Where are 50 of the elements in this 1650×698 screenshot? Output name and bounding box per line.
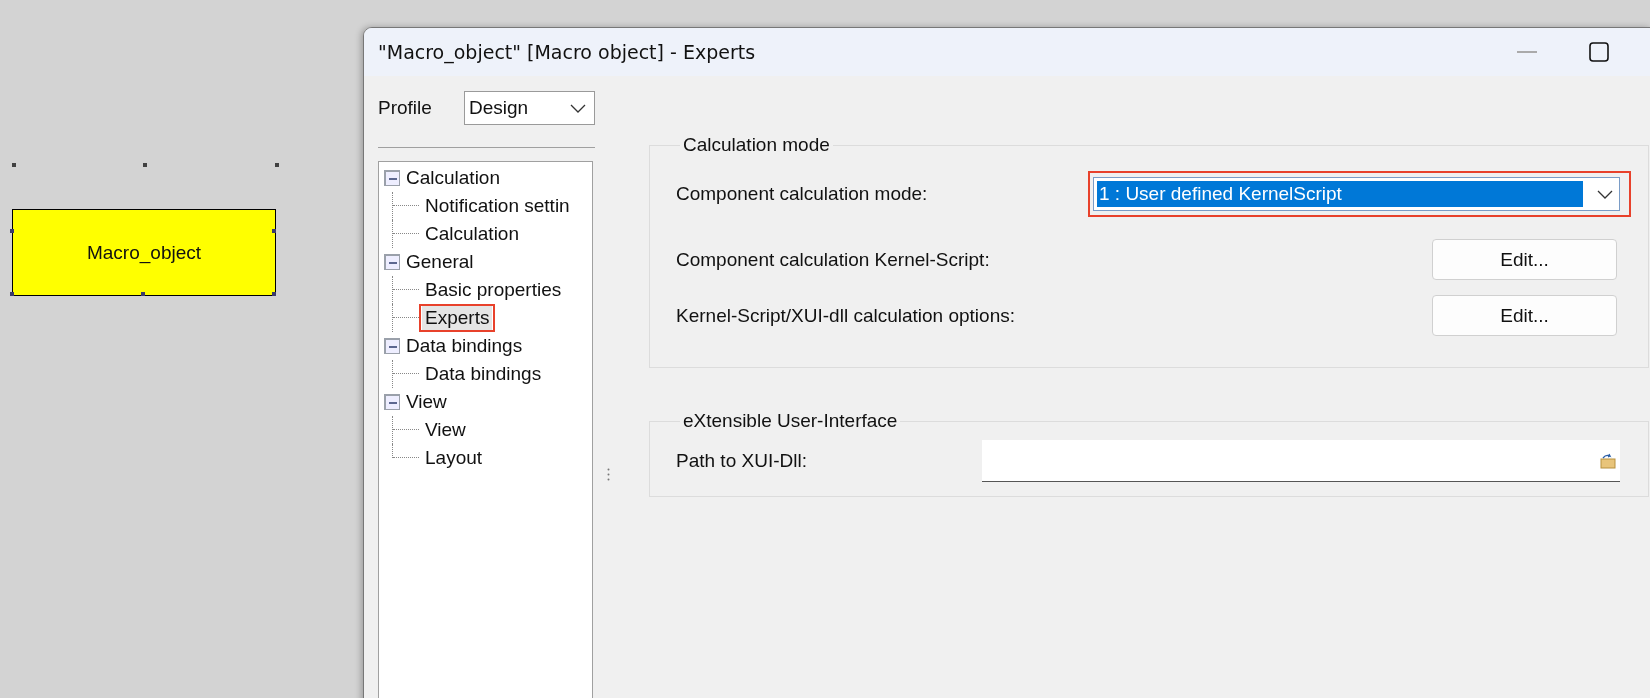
object-label: Macro_object <box>86 241 202 264</box>
resize-handle[interactable] <box>272 229 276 233</box>
path-input-field[interactable] <box>982 440 1620 482</box>
tree-line <box>392 360 420 388</box>
tree-item[interactable]: Experts <box>422 306 493 330</box>
profile-label: Profile <box>378 97 432 119</box>
field-label: Component calculation Kernel-Script: <box>676 248 990 271</box>
collapse-icon[interactable] <box>384 338 400 354</box>
window-title: "Macro_object" [Macro object] - Experts <box>378 41 757 63</box>
collapse-icon[interactable] <box>384 394 400 410</box>
dropdown-value: Design <box>469 97 529 119</box>
group-title: eXtensible User-Interface <box>682 410 899 432</box>
edit-button[interactable]: Edit... <box>1432 239 1617 280</box>
tree-line <box>392 304 420 332</box>
maximize-button[interactable] <box>1589 42 1609 62</box>
chevron-down-icon <box>570 103 586 113</box>
dropdown-value: 1 : User defined KernelScript <box>1097 181 1583 207</box>
grid-marker <box>143 163 147 167</box>
resize-handle[interactable] <box>10 292 14 296</box>
group-title: Calculation mode <box>682 134 831 156</box>
tree-item[interactable]: View <box>404 390 449 414</box>
collapse-icon[interactable] <box>384 170 400 186</box>
splitter-handle[interactable] <box>606 468 610 481</box>
tree-line <box>392 220 420 248</box>
grid-marker <box>12 163 16 167</box>
profile-dropdown[interactable]: Design <box>464 91 595 125</box>
field-label: Path to XUI-Dll: <box>676 450 807 472</box>
tree-item[interactable]: Notification settin <box>422 194 573 218</box>
macro-object-block[interactable]: Macro_object <box>12 209 276 296</box>
field-label: Component calculation mode: <box>676 183 928 205</box>
chevron-down-icon <box>1597 189 1613 199</box>
tree-line <box>392 276 420 304</box>
grid-marker <box>275 163 279 167</box>
tree-line <box>392 192 420 220</box>
folder-icon[interactable] <box>1600 452 1616 469</box>
tree-item[interactable]: Data bindings <box>422 362 545 386</box>
field-label: Kernel-Script/XUI-dll calculation options: <box>676 304 1015 327</box>
tree-item[interactable]: Data bindings <box>404 334 525 358</box>
tree-item[interactable]: Calculation <box>404 166 502 190</box>
resize-handle[interactable] <box>141 292 145 296</box>
tree-item[interactable]: Calculation <box>422 222 522 246</box>
resize-handle[interactable] <box>10 229 14 233</box>
tree-item[interactable]: View <box>422 418 469 442</box>
edit-button[interactable]: Edit... <box>1432 295 1617 336</box>
mode-dropdown[interactable]: 1 : User defined KernelScript <box>1093 177 1620 211</box>
tree-item[interactable]: General <box>404 250 476 274</box>
collapse-icon[interactable] <box>384 254 400 270</box>
tree-item[interactable]: Layout <box>422 446 486 470</box>
tree-item[interactable]: Basic properties <box>422 278 565 302</box>
resize-handle[interactable] <box>272 292 276 296</box>
